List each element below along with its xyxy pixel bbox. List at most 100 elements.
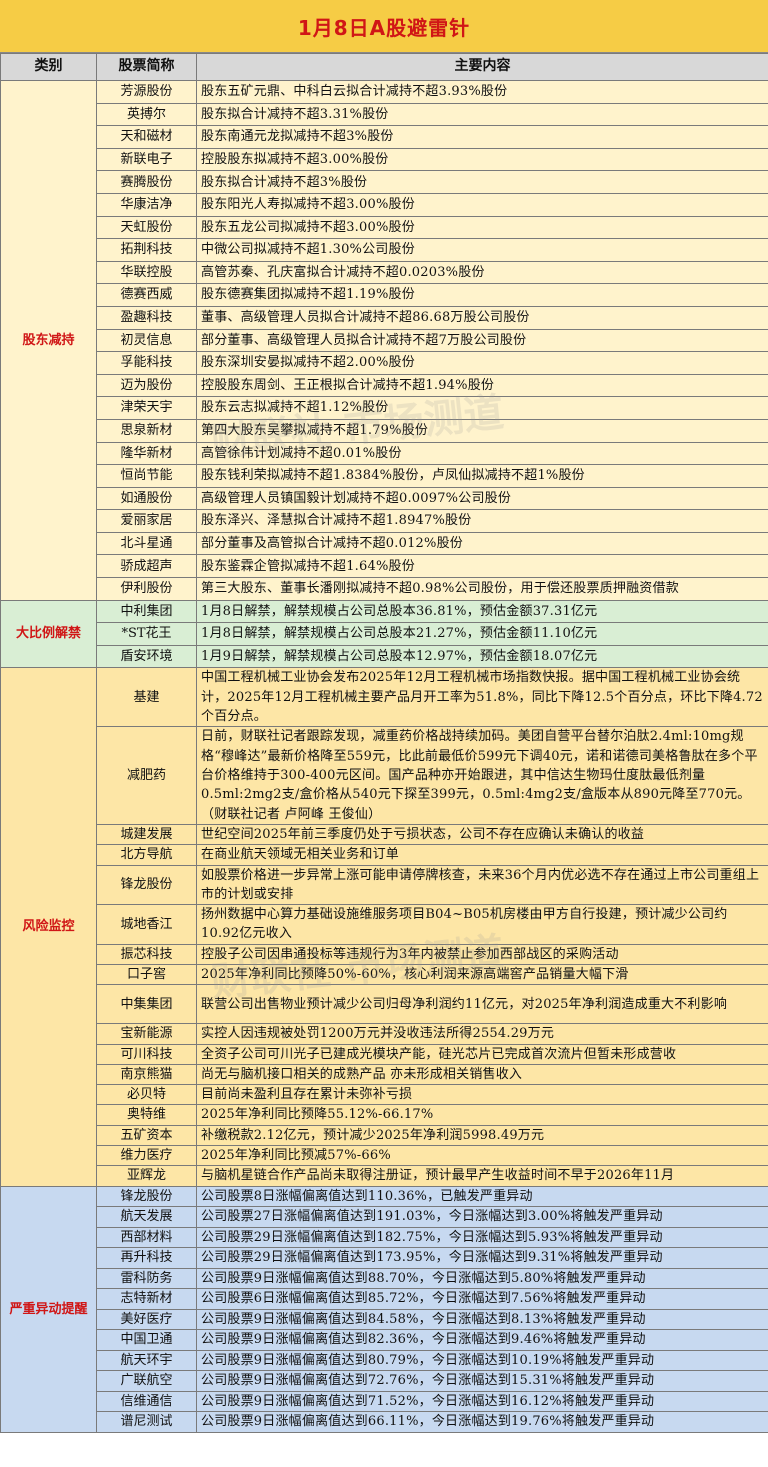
stock-name-cell: 盈趣科技 [96, 305, 197, 330]
content-cell: 董事、高级管理人员拟合计减持不超86.68万股公司股份 [196, 305, 768, 330]
table-row: 必贝特 目前尚未盈利且存在累计未弥补亏损 [1, 1084, 768, 1106]
category-cell: 股东减持 [0, 80, 97, 601]
stock-name-cell: 雷科防务 [96, 1267, 197, 1290]
content-cell: 2025年净利同比预降55.12%-66.17% [196, 1104, 768, 1126]
table-row: 恒尚节能 股东钱利荣拟减持不超1.8384%股份，卢凤仙拟减持不超1%股份 [1, 464, 768, 488]
stock-name-cell: 恒尚节能 [96, 464, 197, 488]
table-row: 西部材料 公司股票29日涨幅偏离值达到182.75%，今日涨幅达到5.93%将触发… [1, 1226, 768, 1249]
stock-name-cell: 西部材料 [96, 1226, 197, 1249]
stock-name-cell: 亚辉龙 [96, 1165, 197, 1187]
header-row: 类别 股票简称 主要内容 [0, 53, 768, 81]
stock-name-cell: 减肥药 [96, 726, 197, 825]
table-row: 盈趣科技 董事、高级管理人员拟合计减持不超86.68万股公司股份 [1, 305, 768, 330]
table-row: 美好医疗 公司股票9日涨幅偏离值达到84.58%，今日涨幅达到8.13%将触发严重… [1, 1308, 768, 1331]
stock-name-cell: 中利集团 [96, 599, 197, 624]
table-row: 骄成超声 股东鉴霖企管拟减持不超1.64%股份 [1, 554, 768, 579]
table-row: 五矿资本 补缴税款2.12亿元，预计减少2025年净利润5998.49万元 [1, 1124, 768, 1147]
table-row: 迈为股份 控股股东周剑、王正根拟合计减持不超1.94%股份 [1, 373, 768, 398]
stock-name-cell: 隆华新材 [96, 441, 197, 466]
table-row: 隆华新材 高管徐伟计划减持不超0.01%股份 [1, 441, 768, 466]
content-cell: 公司股票9日涨幅偏离值达到66.11%，今日涨幅达到19.76%将触发严重异动 [196, 1411, 768, 1433]
header-stock: 股票简称 [96, 53, 197, 81]
stock-name-cell: 航天环宇 [96, 1349, 197, 1372]
content-cell: 股东阳光人寿拟减持不超3.00%股份 [196, 192, 768, 217]
stock-name-cell: 北方导航 [96, 844, 197, 866]
header-category: 类别 [0, 53, 97, 81]
table-row: 爱丽家居 股东泽兴、泽慧拟合计减持不超1.8947%股份 [1, 509, 768, 533]
stock-name-cell: 迈为股份 [96, 373, 197, 398]
table-row: 城建发展 世纪空间2025年前三季度仍处于亏损状态，公司不存在应确认未确认的收益 [1, 823, 768, 846]
table-row: 亚辉龙 与脑机星链合作产品尚未取得注册证，预计最早产生收益时间不早于2026年11… [1, 1165, 768, 1187]
content-cell: 公司股票9日涨幅偏离值达到82.36%，今日涨幅达到9.46%将触发严重异动 [196, 1329, 768, 1351]
stock-name-cell: 德赛西威 [96, 283, 197, 307]
table-row: 思泉新材 第四大股东吴攀拟减持不超1.79%股份 [1, 418, 768, 443]
stock-name-cell: 中集集团 [96, 984, 197, 1025]
content-cell: 部分董事、高级管理人员拟合计减持不超7万股公司股份 [196, 328, 768, 353]
content-cell: 股东南通元龙拟减持不超3%股份 [196, 125, 768, 149]
category-cell: 大比例解禁 [0, 599, 97, 669]
content-cell: 部分董事及高管拟合计减持不超0.012%股份 [196, 531, 768, 556]
content-cell: 股东钱利荣拟减持不超1.8384%股份，卢凤仙拟减持不超1%股份 [196, 464, 768, 488]
table-row: 中国卫通 公司股票9日涨幅偏离值达到82.36%，今日涨幅达到9.46%将触发严重… [1, 1329, 768, 1351]
stock-name-cell: 华康洁净 [96, 192, 197, 217]
table-row: 奥特维 2025年净利同比预降55.12%-66.17% [1, 1104, 768, 1126]
stock-name-cell: 新联电子 [96, 147, 197, 172]
table-row: 北斗星通 部分董事及高管拟合计减持不超0.012%股份 [1, 531, 768, 556]
table-row: 南京熊猫 尚无与脑机接口相关的成熟产品 亦未形成相关销售收入 [1, 1063, 768, 1086]
table-row: 维力医疗 2025年净利同比预减57%-66% [1, 1145, 768, 1167]
content-cell: 公司股票29日涨幅偏离值达到182.75%，今日涨幅达到5.93%将触发严重异动 [196, 1226, 768, 1249]
table-row: 拓荆科技 中微公司拟减持不超1.30%公司股份 [1, 238, 768, 262]
stock-name-cell: 津荣天宇 [96, 396, 197, 420]
content-cell: 世纪空间2025年前三季度仍处于亏损状态，公司不存在应确认未确认的收益 [196, 823, 768, 846]
table-row: 大比例解禁 中利集团 1月8日解禁，解禁规模占公司总股本36.81%，预估金额37.… [0, 599, 768, 669]
table-row: 减肥药 日前，财联社记者跟踪发现，减重药价格战持续加码。美团自营平台替尔泊肽2.4… [1, 726, 768, 825]
content-cell: 中微公司拟减持不超1.30%公司股份 [196, 238, 768, 262]
stock-name-cell: 南京熊猫 [96, 1063, 197, 1086]
stock-name-cell: 维力医疗 [96, 1145, 197, 1167]
content-cell: 控股子公司因串通投标等违规行为3年内被禁止参加西部战区的采购活动 [196, 943, 768, 966]
content-cell: 1月9日解禁，解禁规模占公司总股本12.97%，预估金额18.07亿元 [196, 644, 768, 669]
content-cell: 日前，财联社记者跟踪发现，减重药价格战持续加码。美团自营平台替尔泊肽2.4ml:… [196, 726, 768, 825]
stock-name-cell: 中国卫通 [96, 1329, 197, 1351]
content-cell: 在商业航天领域无相关业务和订单 [196, 844, 768, 866]
content-cell: 股东拟合计减持不超3%股份 [196, 170, 768, 194]
stock-name-cell: 拓荆科技 [96, 238, 197, 262]
content-cell: 公司股票9日涨幅偏离值达到71.52%，今日涨幅达到16.12%将触发严重异动 [196, 1390, 768, 1413]
table-row: 赛腾股份 股东拟合计减持不超3%股份 [1, 170, 768, 194]
category-cell: 严重异动提醒 [0, 1185, 97, 1433]
table-row: 信维通信 公司股票9日涨幅偏离值达到71.52%，今日涨幅达到16.12%将触发严… [1, 1390, 768, 1413]
stock-name-cell: 航天发展 [96, 1206, 197, 1228]
stock-name-cell: 志特新材 [96, 1288, 197, 1310]
table-row: 志特新材 公司股票6日涨幅偏离值达到85.72%，今日涨幅达到7.56%将触发严重… [1, 1288, 768, 1310]
table-row: 新联电子 控股股东拟减持不超3.00%股份 [1, 147, 768, 172]
content-cell: 公司股票27日涨幅偏离值达到191.03%，今日涨幅达到3.00%将触发严重异动 [196, 1206, 768, 1228]
content-cell: 全资子公司可川光子已建成光模块产能，硅光芯片已完成首次流片但暂未形成营收 [196, 1043, 768, 1065]
table-row: 可川科技 全资子公司可川光子已建成光模块产能，硅光芯片已完成首次流片但暂未形成营收 [1, 1043, 768, 1065]
table-body: 股东减持 芳源股份 股东五矿元鼎、中科白云拟合计减持不超3.93%股份 英搏尔 股东拟合… [0, 80, 768, 1433]
stock-name-cell: 城建发展 [96, 823, 197, 846]
content-cell: 公司股票8日涨幅偏离值达到110.36%，已触发严重异动 [196, 1185, 768, 1208]
stock-name-cell: 思泉新材 [96, 418, 197, 443]
table-row: 华联控股 高管苏秦、孔庆富拟合计减持不超0.0203%股份 [1, 260, 768, 285]
content-cell: 中国工程机械工业协会发布2025年12月工程机械市场指数快报。据中国工程机械工业… [196, 667, 768, 728]
table-row: 德赛西威 股东德赛集团拟减持不超1.19%股份 [1, 283, 768, 307]
table-row: 如通股份 高级管理人员镇国毅计划减持不超0.0097%公司股份 [1, 486, 768, 511]
stock-name-cell: 信维通信 [96, 1390, 197, 1413]
stock-name-cell: 奥特维 [96, 1104, 197, 1126]
stock-name-cell: 骄成超声 [96, 554, 197, 579]
stock-name-cell: 天和磁材 [96, 125, 197, 149]
content-cell: 1月8日解禁，解禁规模占公司总股本21.27%，预估金额11.10亿元 [196, 622, 768, 646]
table-row: 锋龙股份 如股票价格进一步异常上涨可能申请停牌核查，未来36个月内优必选不存在通过… [1, 864, 768, 906]
content-cell: 1月8日解禁，解禁规模占公司总股本36.81%，预估金额37.31亿元 [196, 599, 768, 624]
table-row: 严重异动提醒 锋龙股份 公司股票8日涨幅偏离值达到110.36%，已触发严重异动 [0, 1185, 768, 1433]
table-row: 华康洁净 股东阳光人寿拟减持不超3.00%股份 [1, 192, 768, 217]
stock-name-cell: 如通股份 [96, 486, 197, 511]
table-row: 伊利股份 第三大股东、董事长潘刚拟减持不超0.98%公司股份，用于偿还股票质押融资… [1, 577, 768, 601]
stock-name-cell: 锋龙股份 [96, 864, 197, 906]
content-cell: 高管徐伟计划减持不超0.01%股份 [196, 441, 768, 466]
content-cell: 高级管理人员镇国毅计划减持不超0.0097%公司股份 [196, 486, 768, 511]
content-cell: 股东深圳安晏拟减持不超2.00%股份 [196, 351, 768, 375]
title-bar: 1月8日A股避雷针 [0, 0, 768, 53]
table-row: 城地香江 扬州数据中心算力基础设施维服务项目B04~B05机房楼由甲方自行投建，预… [1, 904, 768, 945]
content-cell: 第三大股东、董事长潘刚拟减持不超0.98%公司股份，用于偿还股票质押融资借款 [196, 577, 768, 601]
